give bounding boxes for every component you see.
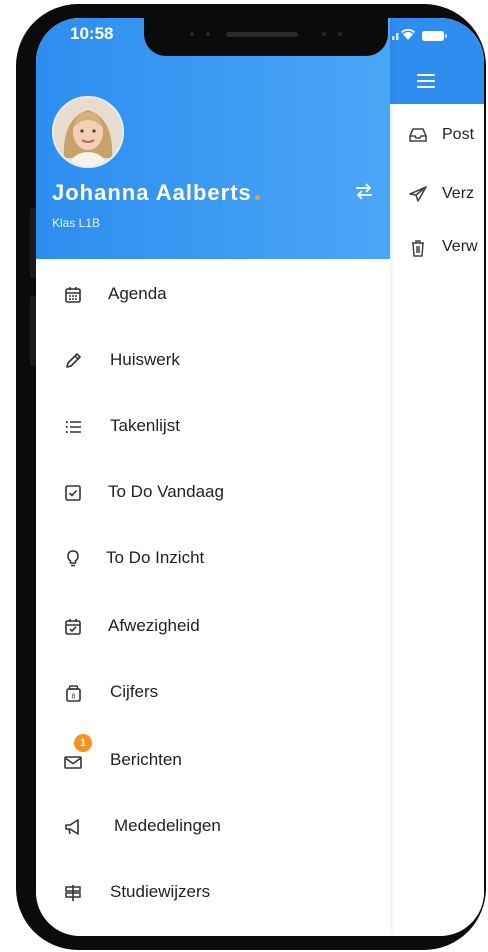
trash-icon xyxy=(412,240,424,257)
navigation-drawer: 10:58 Johanna Aalberts Klas L1B Agenda H… xyxy=(36,18,390,936)
profile-photo xyxy=(54,98,122,166)
svg-text:8: 8 xyxy=(72,694,76,701)
mail-icon xyxy=(64,756,82,769)
sensor-dot xyxy=(206,32,210,36)
signpost-icon xyxy=(65,885,81,901)
status-icons xyxy=(392,26,472,49)
menu-item-studiewijzers[interactable]: Studiewijzers xyxy=(36,864,390,920)
switch-account-button[interactable] xyxy=(354,182,374,205)
swap-arrows-icon xyxy=(356,183,372,200)
inbox-icon xyxy=(409,128,427,142)
accent-dot xyxy=(254,195,260,200)
menu-label: Huiswerk xyxy=(110,350,180,369)
menu-item-agenda[interactable]: Agenda xyxy=(36,266,390,322)
folder-item-post[interactable]: Post xyxy=(390,120,484,150)
sensor-dot xyxy=(322,32,326,36)
folder-label: Verw xyxy=(442,238,478,255)
checkbox-icon xyxy=(65,485,81,501)
megaphone-icon xyxy=(65,819,79,835)
menu-label: To Do Vandaag xyxy=(108,482,224,501)
menu-label: Cijfers xyxy=(110,682,159,701)
notch xyxy=(144,18,388,56)
pencil-icon xyxy=(66,353,81,368)
status-time: 10:58 xyxy=(70,24,114,43)
signal-wifi-battery-icon xyxy=(392,28,447,41)
lightbulb-icon xyxy=(67,550,79,567)
folder-item-verzonden[interactable]: Verz xyxy=(390,179,484,209)
calendar-check-icon xyxy=(65,619,81,635)
menu-label: To Do Inzicht xyxy=(106,548,205,567)
menu-label: Agenda xyxy=(108,284,167,303)
menu-item-mededelingen[interactable]: Mededelingen xyxy=(36,798,390,854)
menu-item-cijfers[interactable]: 8 Cijfers xyxy=(36,664,390,720)
menu-item-afwezigheid[interactable]: Afwezigheid xyxy=(36,598,390,654)
menu-item-huiswerk[interactable]: Huiswerk xyxy=(36,332,390,388)
grades-icon: 8 xyxy=(66,685,81,702)
folder-label: Post xyxy=(442,126,475,143)
menu-label: Afwezigheid xyxy=(108,616,200,635)
unread-badge: 1 xyxy=(74,734,92,752)
speaker-grille xyxy=(226,32,298,37)
menu-label: Berichten xyxy=(110,750,182,769)
menu-label: Studiewijzers xyxy=(110,882,211,901)
menu-item-to-do-inzicht[interactable]: To Do Inzicht xyxy=(36,530,390,586)
profile-name: Johanna Aalberts xyxy=(52,180,260,206)
profile-name-text: Johanna Aalberts xyxy=(52,180,252,205)
menu-label: Mededelingen xyxy=(114,816,221,835)
calendar-icon xyxy=(65,287,81,303)
menu-item-takenlijst[interactable]: Takenlijst xyxy=(36,398,390,454)
sensor-dot xyxy=(338,32,342,36)
list-icon xyxy=(66,421,81,433)
background-app: Post Verz Verw xyxy=(390,18,484,936)
avatar[interactable] xyxy=(52,96,124,168)
folder-label: Verz xyxy=(442,185,475,202)
hamburger-menu-icon[interactable] xyxy=(417,74,435,88)
menu-label: Takenlijst xyxy=(110,416,180,435)
sensor-dot xyxy=(190,32,194,36)
profile-class: Klas L1B xyxy=(52,216,101,230)
menu-item-to-do-vandaag[interactable]: To Do Vandaag xyxy=(36,464,390,520)
screen: Post Verz Verw 10:58 Johanna Aalberts Kl… xyxy=(36,18,484,936)
menu-item-berichten[interactable]: 1 Berichten xyxy=(36,732,390,788)
send-icon xyxy=(409,186,427,202)
folder-item-verwijderd[interactable]: Verw xyxy=(390,232,484,262)
